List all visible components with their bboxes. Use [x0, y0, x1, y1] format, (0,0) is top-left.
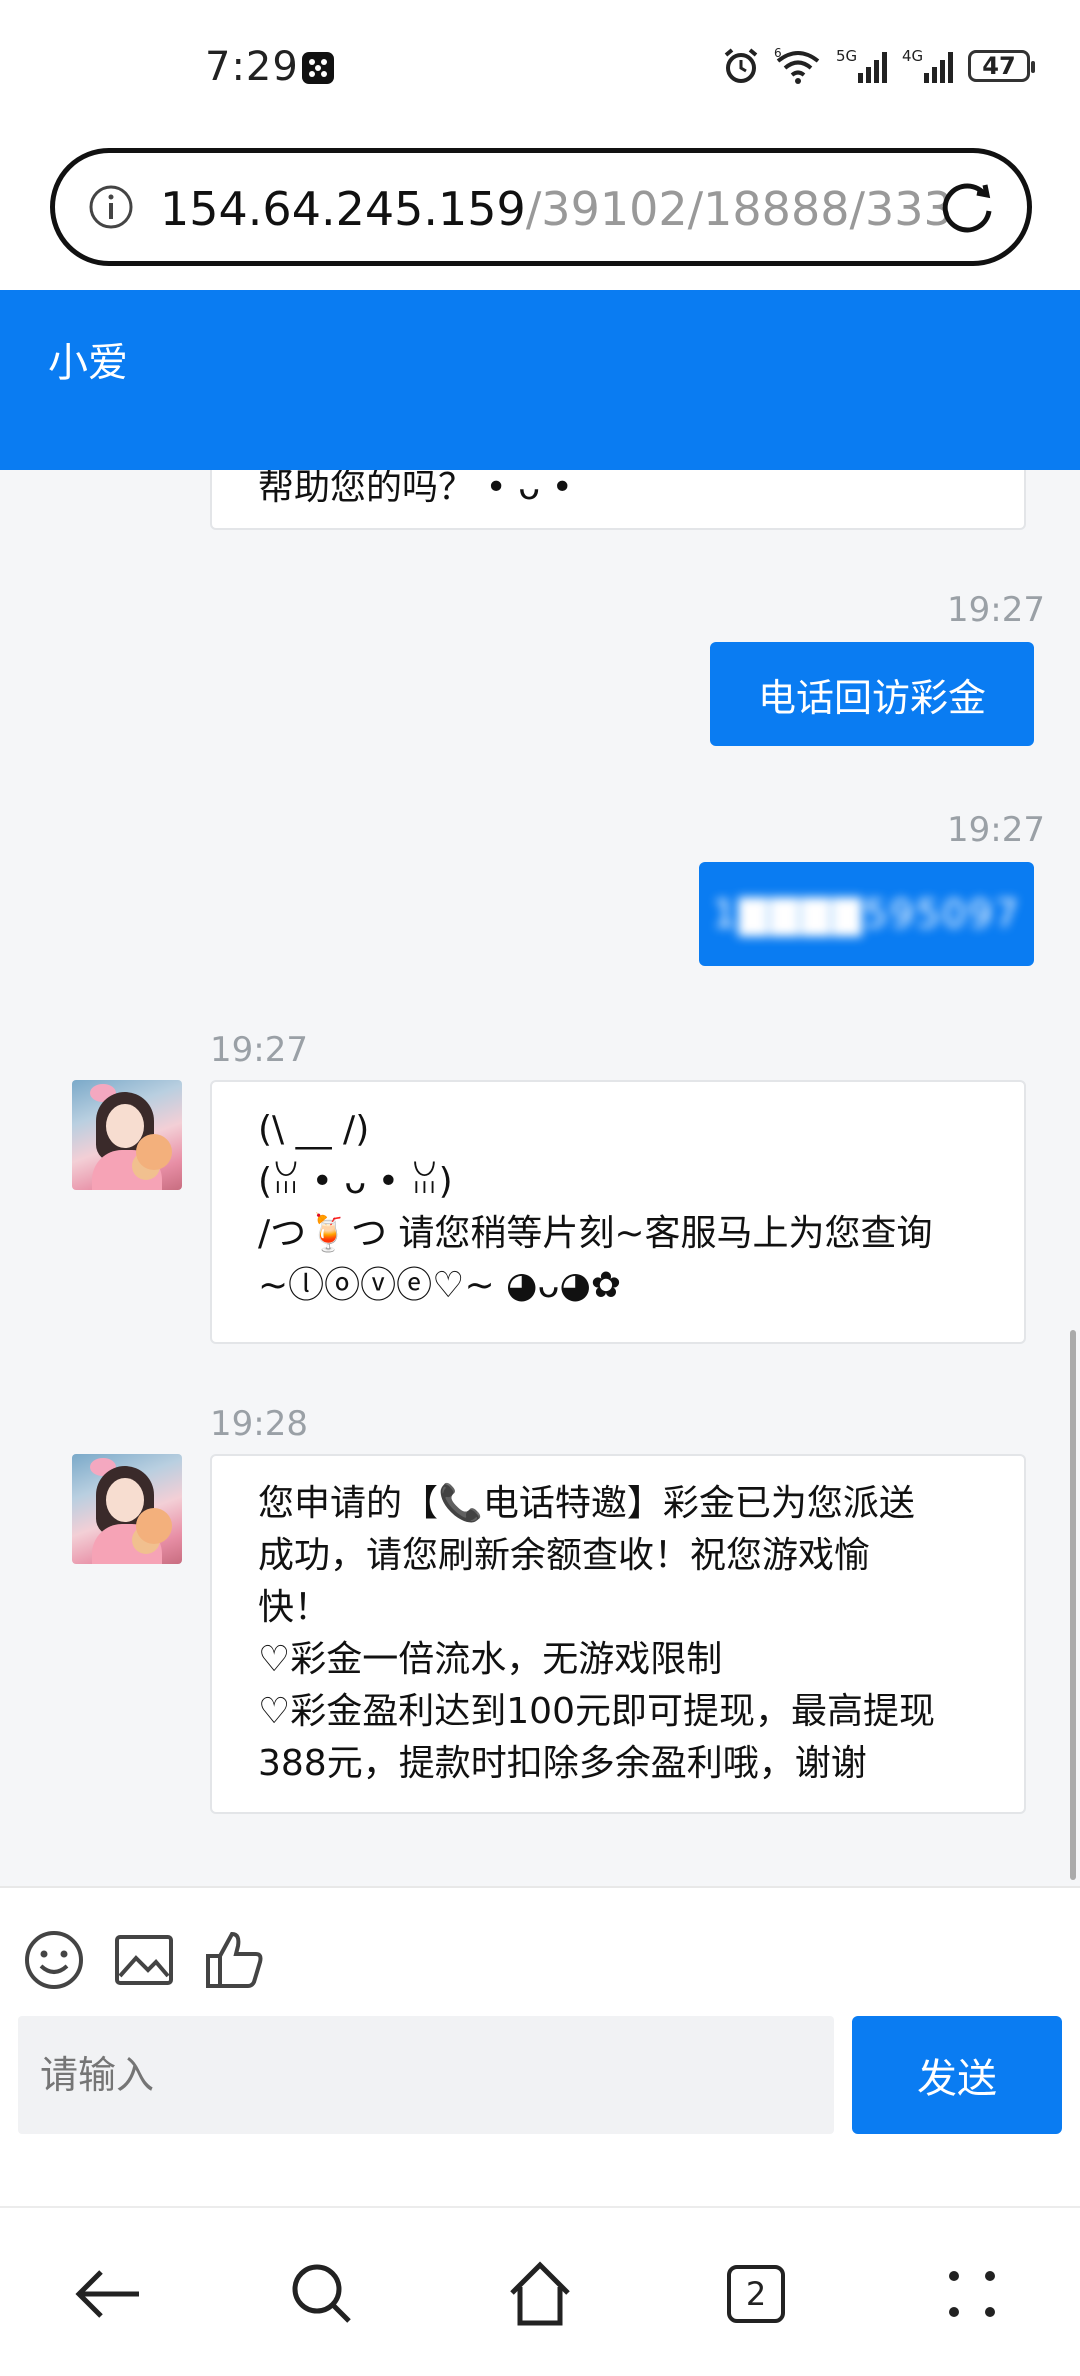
message-text: 帮助您的吗？ • ᴗ • — [258, 470, 573, 508]
scrollbar[interactable] — [1070, 1330, 1076, 1880]
message-line: (ꈍ • ᴗ • ꈍ) — [258, 1161, 453, 1202]
message-text: 电话回访彩金 — [757, 675, 986, 720]
browser-nav-bar: 2 — [0, 2206, 1080, 2376]
emoji-icon[interactable] — [22, 1928, 86, 1992]
battery-level: 47 — [982, 52, 1016, 80]
message-timestamp: 19:28 — [210, 1404, 308, 1444]
back-arrow-icon[interactable] — [68, 2254, 148, 2334]
info-icon[interactable] — [87, 183, 135, 231]
status-time: 7:29 — [205, 44, 299, 90]
message-bubble-incoming: 帮助您的吗？ • ᴗ • — [210, 470, 1026, 530]
signal-4g-icon: 4G — [902, 46, 954, 86]
message-bubble-outgoing: 1▇▇▇▇595097 — [699, 862, 1034, 966]
message-line: 快！ — [258, 1587, 331, 1628]
chat-header: 小爱 — [0, 290, 1080, 470]
message-line: /つ🍹つ 请您稍等片刻~客服马上为您查询 — [258, 1213, 933, 1254]
message-line: 成功，请您刷新余额查收！祝您游戏愉 — [258, 1535, 871, 1576]
message-timestamp: 19:27 — [210, 1030, 308, 1070]
address-bar[interactable]: 154.64.245.159/39102/18888/333 — [50, 148, 1032, 266]
message-line: ♡彩金盈利达到100元即可提现，最高提现 — [258, 1691, 935, 1732]
message-line: ♡彩金一倍流水，无游戏限制 — [258, 1639, 723, 1680]
message-line: (\ __ /) — [258, 1109, 370, 1150]
alarm-icon — [722, 46, 760, 86]
message-line: ~ⓛⓞⓥⓔ♡~ ◕ᴗ◕✿ — [258, 1265, 622, 1306]
wifi-icon: 6 — [774, 46, 822, 86]
message-timestamp: 19:27 — [947, 810, 1045, 850]
svg-text:4G: 4G — [902, 47, 923, 65]
message-bubble-incoming: 您申请的【📞电话特邀】彩金已为您派送 成功，请您刷新余额查收！祝您游戏愉 快！ … — [210, 1454, 1026, 1814]
home-icon[interactable] — [500, 2254, 580, 2334]
agent-avatar[interactable] — [72, 1080, 182, 1190]
message-line: 您申请的【📞电话特邀】彩金已为您派送 — [258, 1483, 915, 1524]
svg-text:6: 6 — [774, 47, 782, 60]
more-icon[interactable] — [932, 2254, 1012, 2334]
thumbs-up-icon[interactable] — [202, 1928, 266, 1992]
composer: 发送 — [0, 1886, 1080, 2206]
message-line: 388元，提款时扣除多余盈利哦，谢谢 — [258, 1743, 867, 1784]
tabs-count: 2 — [727, 2265, 785, 2323]
agent-avatar[interactable] — [72, 1454, 182, 1564]
send-button[interactable]: 发送 — [852, 2016, 1062, 2134]
reload-icon[interactable] — [935, 175, 999, 239]
url-host: 154.64.245.159 — [160, 182, 526, 236]
chat-title: 小爱 — [48, 340, 128, 386]
app-notification-icon — [302, 52, 334, 84]
message-text: 1▇▇▇▇595097 — [712, 892, 1021, 936]
tabs-icon[interactable]: 2 — [716, 2254, 796, 2334]
message-timestamp: 19:27 — [947, 590, 1045, 630]
battery-indicator: 47 — [968, 50, 1035, 82]
svg-text:5G: 5G — [836, 47, 857, 65]
message-input[interactable] — [18, 2016, 834, 2134]
message-bubble-outgoing: 电话回访彩金 — [710, 642, 1034, 746]
url-text[interactable]: 154.64.245.159/39102/18888/333 — [160, 179, 950, 239]
status-bar: 7:29 6 5G 4G 47 — [0, 0, 1080, 140]
image-icon[interactable] — [112, 1928, 176, 1992]
signal-5g-icon: 5G — [836, 46, 888, 86]
search-icon[interactable] — [282, 2254, 362, 2334]
message-bubble-incoming: (\ __ /) (ꈍ • ᴗ • ꈍ) /つ🍹つ 请您稍等片刻~客服马上为您查… — [210, 1080, 1026, 1344]
url-path: /39102/18888/333 — [525, 182, 950, 236]
status-icons: 6 5G 4G 47 — [722, 46, 1035, 86]
chat-messages[interactable]: 帮助您的吗？ • ᴗ • 19:27 电话回访彩金 19:27 1▇▇▇▇595… — [0, 470, 1080, 1886]
